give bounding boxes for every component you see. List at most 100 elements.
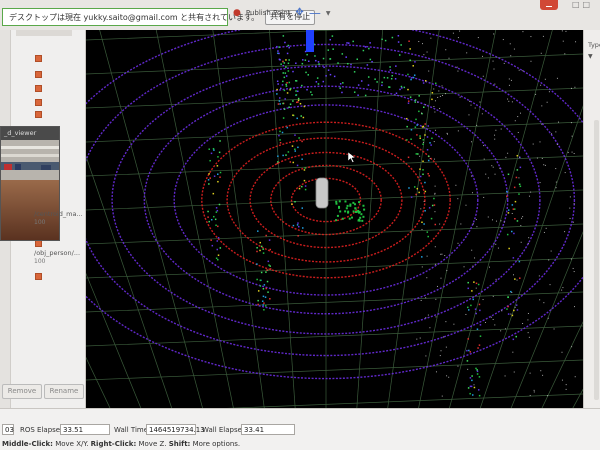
point: [556, 144, 558, 146]
point: [288, 106, 290, 108]
point: [256, 263, 258, 265]
point: [395, 92, 398, 95]
point: [472, 192, 474, 194]
point: [305, 71, 307, 74]
point: [413, 186, 416, 188]
point: [348, 217, 351, 220]
point: [284, 72, 287, 74]
point: [259, 241, 261, 244]
point: [476, 226, 478, 228]
point: [506, 195, 508, 197]
point: [294, 134, 296, 136]
point: [219, 171, 222, 174]
3d-viewport[interactable]: [86, 30, 583, 408]
window-controls[interactable]: □□: [572, 0, 593, 9]
point: [544, 78, 546, 80]
point: [561, 379, 563, 381]
point: [208, 173, 210, 175]
display-checkbox[interactable]: [35, 111, 42, 118]
point: [358, 218, 361, 221]
point: [262, 252, 265, 254]
point: [512, 257, 515, 259]
point: [391, 75, 393, 77]
point: [502, 39, 504, 41]
point: [407, 156, 410, 159]
point: [421, 266, 423, 268]
grid-line: [86, 53, 583, 75]
point: [474, 308, 477, 310]
close-icon[interactable]: [540, 0, 558, 10]
point: [339, 87, 341, 89]
point: [376, 81, 378, 83]
grid-line: [269, 30, 296, 408]
point: [415, 153, 418, 155]
point: [565, 388, 567, 390]
point: [556, 77, 558, 79]
display-checkbox[interactable]: [35, 99, 42, 106]
point: [348, 42, 350, 44]
point: [570, 122, 572, 124]
point: [344, 210, 347, 213]
point: [435, 298, 437, 300]
scrollbar[interactable]: [594, 120, 599, 400]
point: [282, 80, 284, 83]
display-item-label[interactable]: /obj_person/...: [34, 249, 80, 257]
point-cloud-render[interactable]: [86, 30, 583, 408]
point: [400, 85, 403, 88]
display-item-label[interactable]: /centroid_ma...: [34, 210, 83, 218]
display-checkbox[interactable]: [35, 85, 42, 92]
point: [434, 129, 436, 131]
point: [262, 288, 265, 290]
point: [439, 223, 441, 225]
display-checkbox[interactable]: [35, 71, 42, 78]
display-checkbox[interactable]: [35, 55, 42, 62]
point: [345, 207, 348, 210]
point: [499, 167, 501, 169]
point: [434, 192, 436, 194]
point: [491, 219, 493, 221]
point: [445, 346, 447, 348]
point: [283, 108, 286, 110]
point: [528, 195, 530, 197]
point: [318, 63, 320, 65]
point: [483, 145, 485, 147]
point: [359, 216, 362, 219]
point: [533, 389, 535, 391]
expand-arrow-icon[interactable]: ▼: [588, 53, 593, 60]
image-viewer-window[interactable]: _d_viewer: [0, 126, 60, 241]
point: [215, 257, 218, 259]
point: [423, 200, 425, 202]
remove-button[interactable]: Remove: [2, 384, 42, 399]
point: [443, 336, 445, 338]
minus-icon[interactable]: —: [309, 7, 321, 19]
point: [297, 99, 300, 102]
point: [513, 48, 515, 50]
point: [562, 287, 564, 289]
crosshair-icon[interactable]: ✥: [295, 8, 303, 18]
point: [467, 338, 469, 340]
point: [276, 80, 279, 83]
display-checkbox[interactable]: [35, 273, 42, 280]
point: [517, 116, 519, 118]
grid-line: [86, 87, 583, 109]
point: [544, 164, 546, 166]
point: [213, 215, 215, 218]
point: [460, 223, 462, 225]
rename-button[interactable]: Rename: [44, 384, 84, 399]
point: [280, 63, 282, 65]
point: [288, 46, 290, 49]
point: [256, 278, 258, 281]
pin-icon[interactable]: ●: [233, 9, 241, 18]
point: [446, 132, 448, 134]
point: [439, 107, 441, 109]
point: [425, 317, 427, 319]
point: [302, 116, 305, 119]
point: [467, 281, 469, 284]
publish-point-button[interactable]: Publish Point: [246, 9, 291, 17]
point: [219, 247, 222, 249]
point: [298, 137, 300, 139]
chevron-down-icon[interactable]: ▼: [326, 10, 331, 17]
point: [471, 141, 473, 143]
point: [216, 240, 219, 242]
point: [269, 268, 272, 270]
